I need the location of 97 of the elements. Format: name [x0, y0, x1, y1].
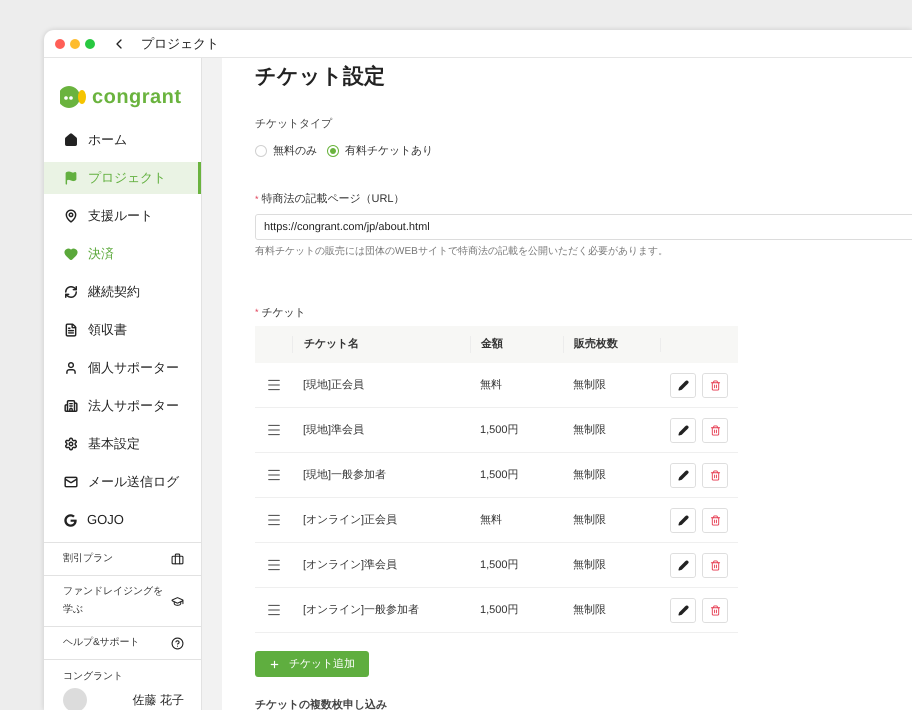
table-cell-text: [オンライン]一般参加者 [302, 602, 420, 618]
delete-button[interactable] [702, 598, 728, 622]
sidebar-item[interactable]: 領収書 [44, 314, 201, 346]
person-icon [64, 361, 78, 375]
edit-button[interactable] [670, 372, 696, 398]
pencil-icon [678, 470, 688, 480]
radio-button[interactable] [327, 144, 339, 157]
heart-icon [64, 247, 78, 261]
pencil-icon [678, 560, 688, 570]
radio-option[interactable]: 無料のみ [255, 142, 317, 159]
table-cell-text: [現地]正会員 [302, 378, 366, 393]
radio-option[interactable]: 有料チケットあり [327, 142, 433, 159]
radio-button[interactable] [255, 144, 267, 157]
edit-button[interactable] [670, 508, 696, 532]
user-name: 佐藤 花子 [132, 692, 184, 709]
required-mark: * [255, 192, 259, 206]
settings-icon [64, 437, 78, 451]
sidebar-item[interactable]: 支援ルート [44, 200, 201, 232]
graduation-cap-icon [171, 594, 184, 608]
field-label: チケットタイプ [255, 116, 334, 132]
pencil-icon [678, 380, 688, 390]
table-cell-text: 無料 [479, 378, 503, 393]
trash-icon [710, 604, 720, 616]
help-text: 有料チケットの販売には団体のWEBサイトで特商法の記載を公開いただく必要があります。 [255, 244, 669, 258]
trash-icon [710, 514, 720, 526]
pencil-icon [678, 604, 688, 616]
table-cell-text: 無制限 [572, 468, 607, 483]
delete-button[interactable] [702, 508, 728, 532]
field-label: チケットの複数枚申し込み [255, 698, 388, 710]
drag-handle-icon[interactable] [266, 557, 282, 573]
edit-button[interactable] [670, 462, 696, 488]
sidebar-item[interactable]: 法人サポーター [44, 390, 201, 422]
pencil-icon [678, 424, 688, 436]
organization-name: コングラント [63, 670, 124, 684]
building-icon [64, 399, 78, 413]
table-cell-text: 無制限 [572, 378, 607, 393]
table-cell-text: [現地]準会員 [302, 422, 366, 438]
window-title: プロジェクト [141, 34, 219, 53]
sidebar-item[interactable]: ホーム [44, 124, 201, 156]
column-header: 販売枚数 [563, 336, 660, 353]
home-icon [64, 133, 78, 147]
field-label: 特商法の記載ページ（URL） [262, 192, 405, 207]
table-cell-text: 1,500円 [479, 422, 520, 438]
table-cell-text: [現地]一般参加者 [302, 468, 388, 483]
sidebar-item[interactable]: GOJO [44, 504, 201, 536]
trash-icon [710, 424, 720, 436]
sidebar-link[interactable]: ヘルプ&サポート [44, 626, 201, 659]
delete-button[interactable] [702, 462, 728, 488]
refresh-icon [64, 285, 78, 299]
trash-icon [710, 470, 720, 480]
page-title: チケット設定 [255, 64, 386, 90]
field-label: チケット [262, 306, 306, 320]
edit-button[interactable] [670, 598, 696, 622]
sidebar-link[interactable]: 割引プラン [44, 542, 201, 575]
close-window-button[interactable] [55, 38, 65, 48]
sidebar-item[interactable]: メール送信ログ [44, 466, 201, 498]
pencil-icon [678, 514, 688, 526]
table-cell-text: [オンライン]正会員 [302, 512, 398, 528]
column-header: チケット名 [292, 336, 470, 353]
table-cell-text: [オンライン]準会員 [302, 558, 398, 573]
help-icon [171, 636, 184, 650]
trash-icon [710, 380, 720, 390]
sidebar-item[interactable]: 個人サポーター [44, 352, 201, 384]
table-cell-text: 無制限 [572, 602, 607, 618]
drag-handle-icon[interactable] [266, 602, 282, 618]
required-mark: * [255, 306, 259, 319]
document-icon [64, 323, 78, 337]
drag-handle-icon[interactable] [266, 422, 282, 438]
table-cell-text: 無制限 [572, 512, 607, 528]
plus-icon [269, 658, 280, 670]
table-cell-text: 無制限 [572, 422, 607, 438]
g-logo-icon [64, 514, 77, 526]
delete-button[interactable] [702, 418, 728, 442]
column-header: 金額 [470, 336, 563, 353]
drag-handle-icon[interactable] [266, 512, 282, 528]
table-cell-text: 無料 [479, 512, 503, 528]
sidebar-item[interactable]: 継続契約 [44, 276, 201, 308]
briefcase-icon [171, 552, 184, 566]
flag-icon [64, 171, 78, 185]
delete-button[interactable] [702, 372, 728, 398]
trash-icon [710, 560, 720, 570]
mail-icon [64, 475, 78, 489]
table-cell-text: 1,500円 [479, 558, 520, 573]
map-pin-icon [64, 209, 78, 223]
table-cell-text: 無制限 [572, 558, 607, 573]
sidebar-link[interactable]: ファンドレイジングを学ぶ [44, 575, 201, 626]
url-field[interactable]: https://congrant.com/jp/about.html [255, 214, 912, 240]
table-cell-text: 1,500円 [479, 602, 520, 618]
table-cell-text: 1,500円 [479, 468, 520, 483]
logo-icon [60, 84, 88, 110]
drag-handle-icon[interactable] [266, 377, 282, 393]
drag-handle-icon[interactable] [266, 467, 282, 483]
delete-button[interactable] [702, 552, 728, 578]
sidebar-item[interactable]: 基本設定 [44, 428, 201, 460]
logo-text: congrant [92, 85, 182, 110]
edit-button[interactable] [670, 418, 696, 442]
edit-button[interactable] [670, 552, 696, 578]
